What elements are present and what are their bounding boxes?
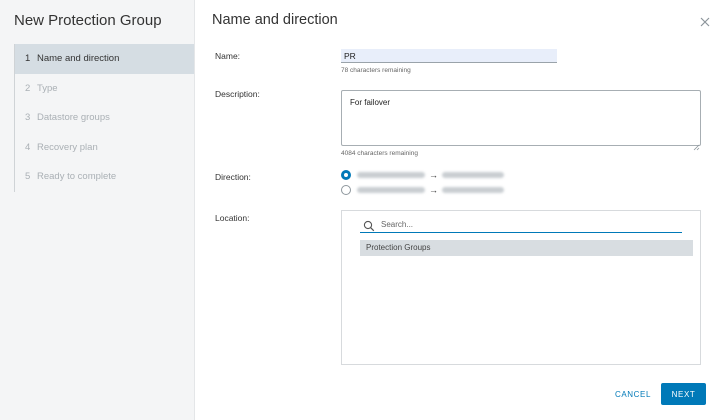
location-item-protection-groups[interactable]: Protection Groups (360, 240, 693, 256)
name-label: Name: (215, 51, 241, 61)
step-label: Ready to complete (37, 171, 117, 183)
description-textarea[interactable]: For failover (341, 90, 701, 146)
step-datastore-groups: 3 Datastore groups (15, 103, 194, 133)
step-label: Datastore groups (37, 112, 110, 124)
redacted-site-name (357, 172, 425, 178)
step-list: 1 Name and direction 2 Type 3 Datastore … (14, 44, 194, 192)
description-label: Description: (215, 89, 260, 99)
step-name-and-direction[interactable]: 1 Name and direction (15, 44, 194, 74)
location-search[interactable] (360, 217, 682, 233)
location-label: Location: (215, 213, 250, 223)
step-label: Type (37, 82, 58, 94)
redacted-site-name (442, 187, 504, 193)
name-input[interactable] (341, 49, 557, 63)
step-number: 4 (25, 141, 31, 153)
step-number: 1 (25, 53, 31, 65)
redacted-site-name (357, 187, 425, 193)
search-icon (363, 219, 375, 231)
location-tree-panel: Protection Groups (341, 210, 701, 365)
step-label: Name and direction (37, 53, 120, 65)
arrow-icon: → (429, 170, 438, 180)
step-number: 3 (25, 112, 31, 124)
direction-option-1[interactable]: → (341, 169, 504, 181)
direction-option-2[interactable]: → (341, 184, 504, 196)
resize-grip-icon[interactable] (693, 138, 700, 151)
step-label: Recovery plan (37, 141, 98, 153)
next-button[interactable]: NEXT (661, 383, 706, 405)
wizard-sidebar: New Protection Group 1 Name and directio… (0, 0, 195, 420)
radio-selected[interactable] (341, 170, 351, 180)
wizard-main: Name and direction Name: 78 characters r… (195, 0, 720, 420)
step-number: 5 (25, 171, 31, 183)
step-recovery-plan: 4 Recovery plan (15, 133, 194, 163)
wizard-title: New Protection Group (14, 12, 162, 29)
redacted-site-name (442, 172, 504, 178)
step-number: 2 (25, 82, 31, 94)
close-icon[interactable] (699, 15, 711, 27)
step-type: 2 Type (15, 74, 194, 104)
name-helper-text: 78 characters remaining (341, 67, 411, 74)
direction-label: Direction: (215, 172, 251, 182)
radio-unselected[interactable] (341, 185, 351, 195)
step-ready-to-complete: 5 Ready to complete (15, 162, 194, 192)
description-helper-text: 4084 characters remaining (341, 150, 418, 157)
search-input[interactable] (381, 220, 671, 229)
arrow-icon: → (429, 185, 438, 195)
page-title: Name and direction (212, 12, 338, 28)
cancel-button[interactable]: CANCEL (607, 383, 659, 405)
